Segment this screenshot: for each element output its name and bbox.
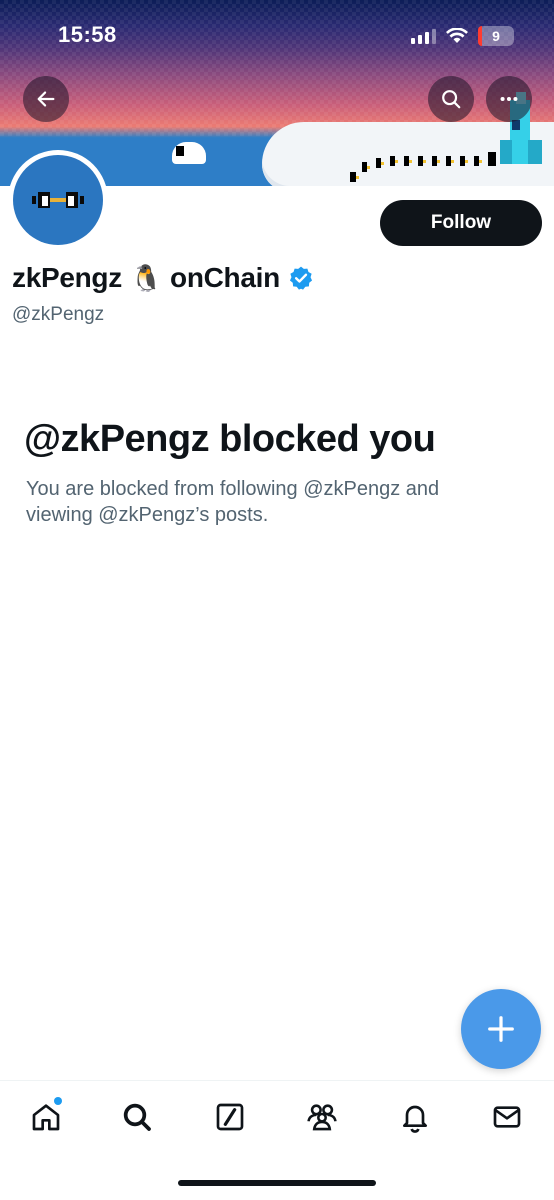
arrow-left-icon (37, 91, 55, 107)
plus-icon (488, 1016, 514, 1042)
grok-icon (216, 1103, 244, 1131)
search-button[interactable] (428, 76, 474, 122)
battery-icon: 9 (478, 26, 514, 46)
home-icon (32, 1104, 60, 1131)
more-button[interactable] (486, 76, 532, 122)
display-name-suffix: onChain (170, 262, 280, 293)
wifi-icon (446, 28, 468, 43)
tab-messages[interactable] (487, 1097, 527, 1137)
tab-communities[interactable] (302, 1097, 342, 1137)
avatar-image (13, 155, 103, 245)
tab-explore[interactable] (117, 1097, 157, 1137)
more-horizontal-icon (500, 96, 518, 102)
display-name-text: zkPengz (12, 262, 122, 293)
mail-icon (493, 1106, 521, 1128)
tab-grok[interactable] (210, 1097, 250, 1137)
tab-notifications[interactable] (395, 1097, 435, 1137)
cellular-signal-icon (411, 28, 436, 44)
profile-handle: @zkPengz (12, 304, 105, 325)
search-icon (123, 1103, 151, 1131)
status-time: 15:58 (58, 22, 117, 47)
home-indicator[interactable] (178, 1180, 376, 1186)
communities-icon (307, 1104, 337, 1131)
penguin-emoji: 🐧 (129, 262, 163, 293)
status-icons: 9 (411, 26, 514, 46)
profile-avatar[interactable] (8, 150, 108, 250)
back-button[interactable] (23, 76, 69, 122)
battery-level: 9 (492, 28, 500, 44)
home-notification-dot (54, 1097, 62, 1105)
compose-post-button[interactable] (461, 989, 541, 1069)
penguin-pixel-icon (32, 192, 84, 208)
blocked-title: @zkPengz blocked you (24, 418, 436, 460)
follow-button[interactable]: Follow (380, 200, 542, 246)
blocked-message: You are blocked from following @zkPengz … (26, 478, 440, 526)
bell-icon (403, 1105, 427, 1133)
display-name: zkPengz 🐧 onChain (12, 262, 314, 294)
search-icon (442, 90, 461, 109)
tab-home[interactable] (26, 1097, 66, 1137)
verified-badge-icon[interactable] (288, 265, 314, 291)
